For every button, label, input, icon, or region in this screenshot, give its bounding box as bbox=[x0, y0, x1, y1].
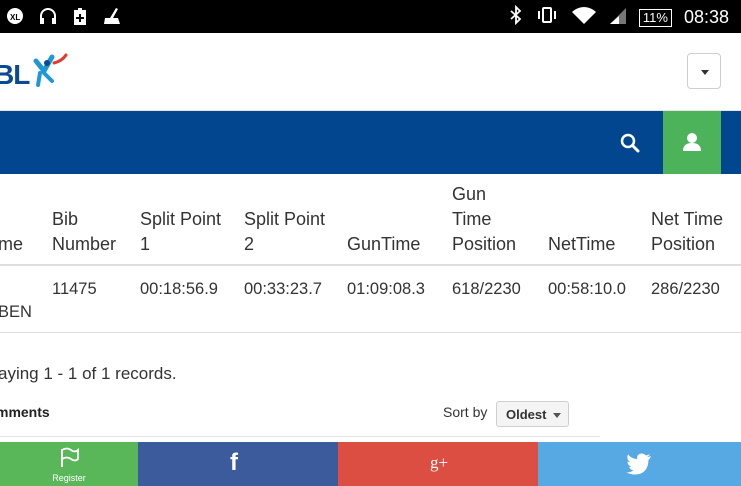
search-icon[interactable] bbox=[618, 131, 642, 155]
header-gtpos-line3: Position bbox=[452, 234, 517, 254]
status-right-icons: 11% 08:38 bbox=[509, 4, 729, 30]
battery-percent: 11% bbox=[638, 8, 672, 27]
header-split2-line1: Split Point bbox=[244, 209, 326, 229]
user-icon bbox=[683, 133, 701, 151]
cell-split1: 00:18:56.9 bbox=[140, 280, 218, 298]
header-bib-line1: Bib bbox=[52, 209, 79, 229]
comments-heading: mments bbox=[0, 404, 50, 420]
site-logo[interactable]: BL bbox=[0, 49, 70, 95]
facebook-icon: f bbox=[230, 449, 238, 476]
records-summary: aying 1 - 1 of 1 records. bbox=[0, 364, 177, 383]
flag-icon bbox=[61, 447, 79, 467]
user-account-button[interactable] bbox=[663, 111, 721, 174]
status-bar: XL 11% 08:38 bbox=[0, 0, 741, 33]
clock: 08:38 bbox=[683, 7, 729, 27]
main-navbar bbox=[0, 111, 741, 174]
register-label: Register bbox=[52, 473, 86, 483]
vibrate-icon bbox=[535, 5, 559, 30]
svg-text:XL: XL bbox=[10, 13, 20, 22]
status-left-icons: XL bbox=[6, 6, 122, 26]
header-bib-line2: Number bbox=[52, 234, 117, 254]
header-nettime: NetTime bbox=[548, 234, 616, 254]
header-split1-line2: 1 bbox=[140, 234, 151, 254]
header-split1-line1: Split Point bbox=[140, 209, 222, 229]
runner-logo-icon bbox=[33, 53, 68, 87]
cell-gtpos: 618/2230 bbox=[452, 280, 521, 298]
cell-nettime: 00:58:10.0 bbox=[548, 280, 626, 298]
google-plus-share-button[interactable]: g+ bbox=[338, 442, 538, 486]
bluetooth-icon bbox=[509, 4, 523, 30]
header-name-partial: me bbox=[0, 234, 24, 254]
cell-bib: 11475 bbox=[52, 280, 97, 298]
cell-guntime: 01:09:08.3 bbox=[347, 280, 425, 298]
twitter-icon bbox=[626, 453, 651, 475]
cell-ntpos: 286/2230 bbox=[651, 280, 720, 298]
facebook-share-button[interactable]: f bbox=[138, 442, 338, 486]
cleaner-icon bbox=[102, 6, 122, 26]
header-gtpos-line1: Gun bbox=[452, 184, 487, 204]
register-button[interactable]: Register bbox=[0, 442, 138, 486]
cell-name-partial: BEN bbox=[0, 303, 32, 321]
header-gtpos-line2: Time bbox=[452, 209, 492, 229]
header-ntpos-line2: Position bbox=[651, 234, 716, 254]
google-plus-icon: g+ bbox=[430, 453, 449, 472]
table-header-divider bbox=[0, 264, 741, 266]
sort-order-value: Oldest bbox=[506, 407, 547, 422]
site-header: BL bbox=[0, 33, 741, 111]
chevron-down-icon bbox=[553, 413, 561, 418]
share-bar: Register f g+ bbox=[0, 442, 741, 486]
headphones-icon bbox=[38, 6, 58, 26]
comments-divider bbox=[0, 436, 600, 437]
wifi-icon bbox=[571, 5, 597, 30]
table-row-divider bbox=[0, 332, 741, 333]
header-ntpos-line1: Net Time bbox=[651, 209, 724, 229]
battery-saver-icon bbox=[70, 6, 90, 26]
menu-dropdown-button[interactable] bbox=[687, 53, 721, 89]
twitter-share-button[interactable] bbox=[538, 442, 741, 486]
xl-badge-icon: XL bbox=[6, 6, 26, 26]
header-split2-line2: 2 bbox=[244, 234, 255, 254]
cell-split2: 00:33:23.7 bbox=[244, 280, 322, 298]
header-guntime: GunTime bbox=[347, 234, 421, 254]
signal-icon bbox=[609, 5, 627, 30]
chevron-down-icon bbox=[701, 70, 709, 75]
sort-order-select[interactable]: Oldest bbox=[496, 401, 569, 427]
sort-by-label: Sort by bbox=[443, 404, 488, 420]
